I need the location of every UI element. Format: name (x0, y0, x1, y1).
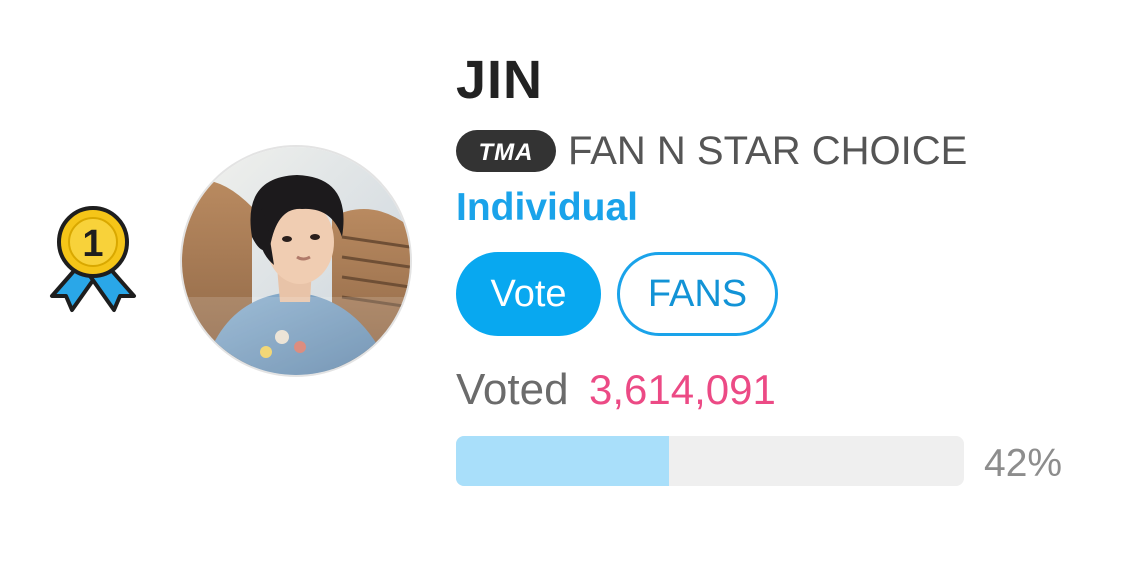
vote-card: 1 JIN TMA FAN N STAR CHOICE Individual V… (0, 0, 1124, 573)
vote-progress-fill (456, 436, 670, 486)
vote-button[interactable]: Vote (456, 252, 601, 336)
fans-button[interactable]: FANS (617, 252, 778, 336)
vote-count-row: Voted 3,614,091 (456, 362, 776, 428)
action-buttons: Vote FANS (456, 252, 778, 336)
artist-avatar[interactable] (182, 147, 410, 375)
category-title: FAN N STAR CHOICE (568, 129, 968, 173)
vote-progress-bar (456, 436, 964, 486)
rank-number: 1 (82, 223, 103, 265)
award-category: TMA FAN N STAR CHOICE (456, 128, 967, 174)
voted-label: Voted (456, 365, 569, 414)
vote-count: 3,614,091 (589, 366, 776, 413)
vote-percent: 42% (984, 442, 1063, 485)
tma-badge-text: TMA (479, 139, 534, 163)
tma-logo-icon: TMA (456, 130, 556, 172)
rank-medal-icon: 1 (44, 204, 142, 316)
category-subtitle: Individual (456, 186, 639, 229)
artist-name: JIN (456, 50, 544, 110)
